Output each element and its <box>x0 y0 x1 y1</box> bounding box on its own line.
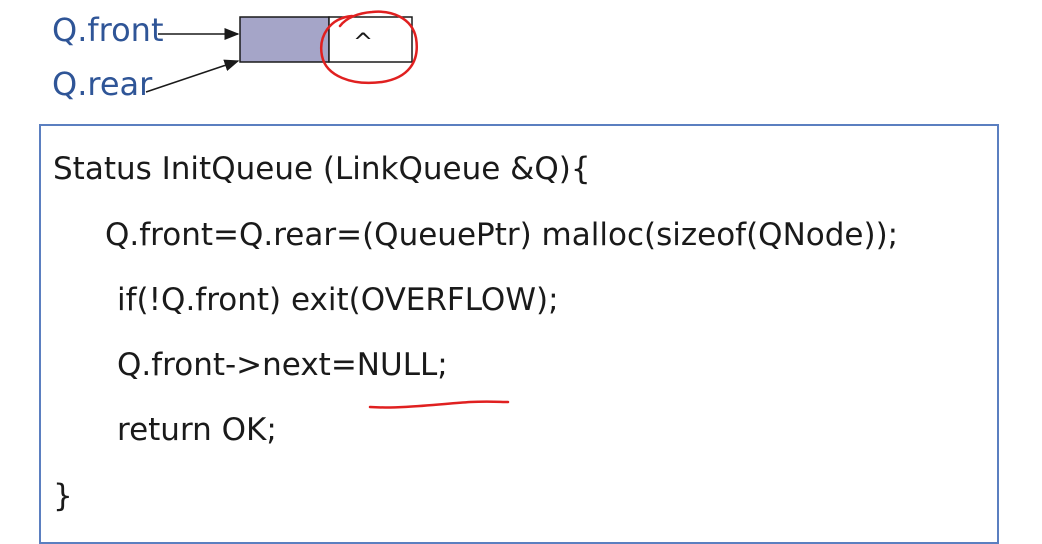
node-data-field <box>239 16 330 63</box>
rear-pointer-arrow <box>145 59 240 93</box>
code-line-closing-brace: } <box>53 478 73 514</box>
null-pointer-symbol: ^ <box>353 28 373 56</box>
code-line-return: return OK; <box>117 412 277 448</box>
code-line-signature: Status InitQueue (LinkQueue &Q){ <box>53 151 591 187</box>
queue-diagram: ^ <box>145 16 413 93</box>
code-line-malloc: Q.front=Q.rear=(QueuePtr) malloc(sizeof(… <box>105 217 899 253</box>
code-line-next-null: Q.front->next=NULL; <box>117 347 448 383</box>
code-block: Status InitQueue (LinkQueue &Q){ Q.front… <box>39 124 999 544</box>
code-line-overflow-check: if(!Q.front) exit(OVERFLOW); <box>117 282 559 318</box>
